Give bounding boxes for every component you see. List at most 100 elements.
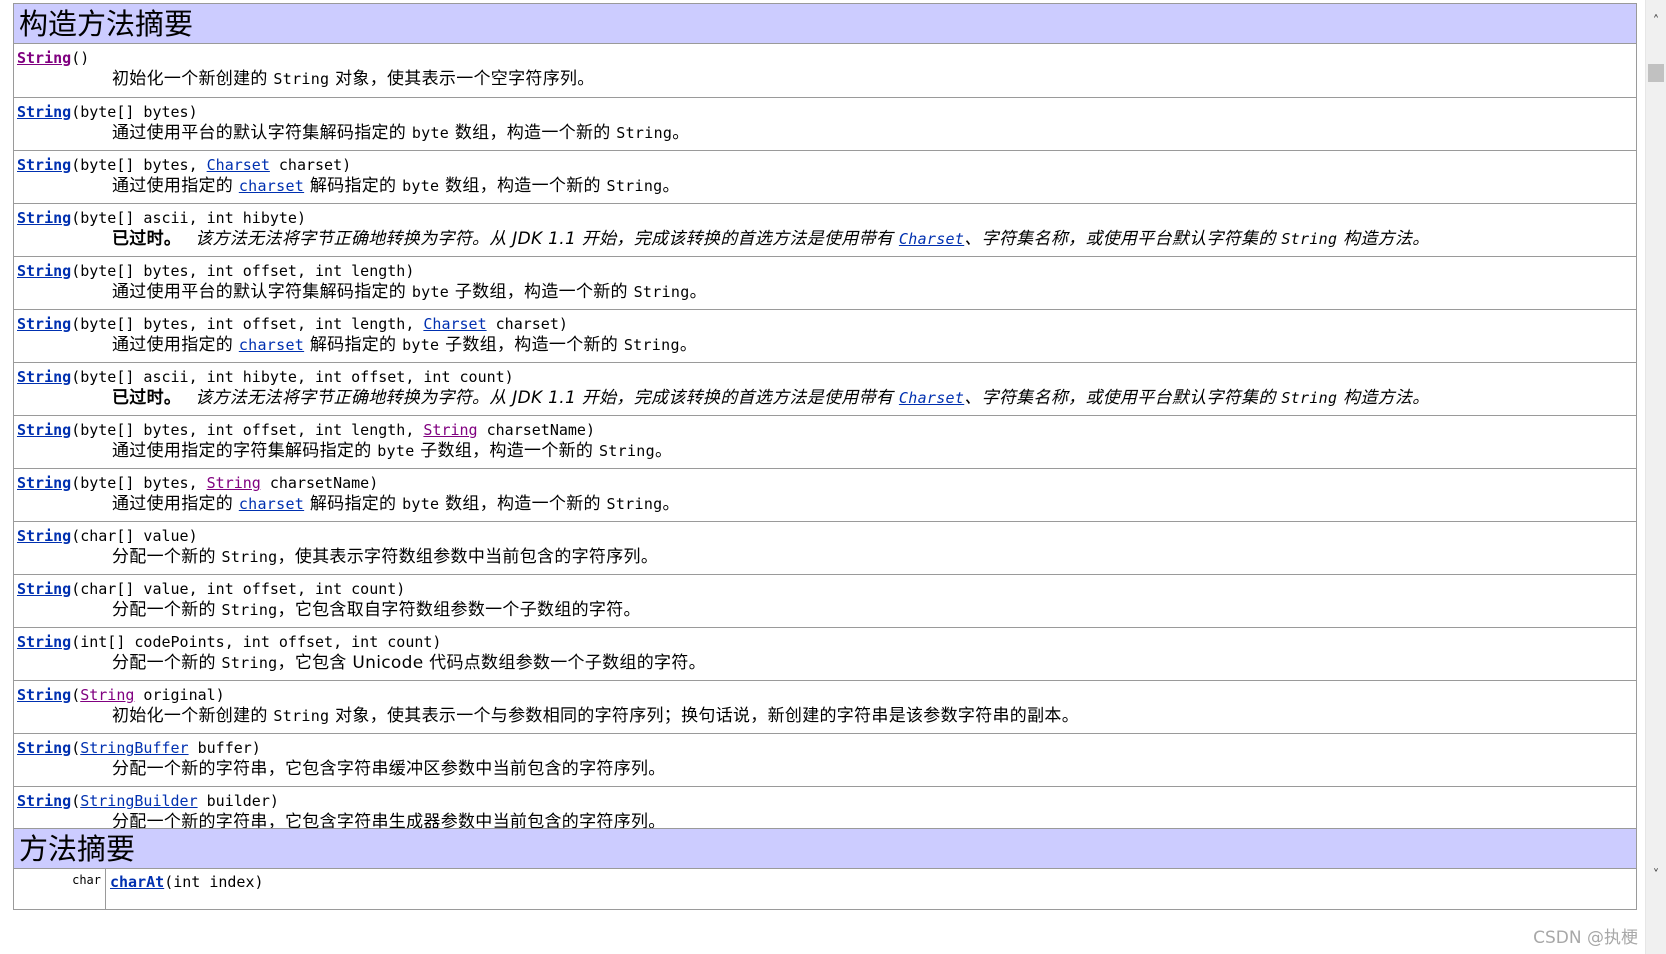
description-code: String	[606, 495, 663, 513]
description-code: String	[221, 601, 278, 619]
deprecated-label: 已过时。	[112, 388, 182, 408]
constructor-description: 分配一个新的 String，它包含 Unicode 代码点数组参数一个子数组的字…	[112, 652, 706, 674]
constructor-link[interactable]: String	[17, 580, 71, 598]
constructor-params: builder)	[197, 792, 279, 810]
constructor-link[interactable]: String	[17, 633, 71, 651]
description-text: 对象，使其表示一个空字符序列。	[329, 69, 595, 89]
constructor-description: 已过时。 该方法无法将字节正确地转换为字符。从 JDK 1.1 开始，完成该转换的…	[112, 228, 1430, 250]
javadoc-page: 构造方法摘要 String() 初始化一个新创建的 String 对象，使其表示一…	[0, 0, 1640, 954]
constructor-link[interactable]: String	[17, 421, 71, 439]
description-code: String	[1281, 230, 1338, 248]
param-type-link[interactable]: String	[423, 421, 477, 439]
constructor-params: original)	[134, 686, 225, 704]
description-text: 分配一个新的	[112, 653, 222, 673]
charset-link[interactable]: Charset	[899, 389, 964, 407]
constructor-link[interactable]: String	[17, 315, 71, 333]
constructor-description: 通过使用指定的 charset 解码指定的 byte 数组，构造一个新的 Str…	[112, 493, 680, 515]
description-code: byte	[402, 495, 440, 513]
constructor-row: String(byte[] bytes, int offset, int len…	[14, 415, 1636, 468]
constructor-params: (	[71, 739, 81, 757]
constructor-summary-title: 构造方法摘要	[14, 4, 1636, 44]
constructor-link[interactable]: String	[17, 527, 71, 545]
constructor-link[interactable]: String	[17, 49, 71, 67]
constructor-link[interactable]: String	[17, 686, 71, 704]
constructor-params: charsetName)	[260, 474, 379, 492]
description-text: 对象，使其表示一个与参数相同的字符序列；换句话说，新创建的字符串是该参数字符串的…	[329, 706, 1080, 726]
description-code: String	[598, 442, 655, 460]
param-type-link[interactable]: StringBuffer	[80, 739, 188, 757]
param-type-link[interactable]: Charset	[207, 156, 270, 174]
description-code: String	[273, 707, 330, 725]
param-type-link[interactable]: String	[207, 474, 261, 492]
description-text: 初始化一个新创建的	[112, 706, 274, 726]
description-text: 子数组，构造一个新的	[414, 441, 599, 461]
watermark: CSDN @执梗	[1533, 928, 1638, 948]
constructor-summary-table: 构造方法摘要 String() 初始化一个新创建的 String 对象，使其表示一…	[13, 3, 1637, 840]
constructor-description: 初始化一个新创建的 String 对象，使其表示一个空字符序列。	[112, 68, 595, 90]
deprecated-label: 已过时。	[112, 229, 182, 249]
description-text: 。	[654, 441, 673, 461]
constructor-link[interactable]: String	[17, 262, 71, 280]
charset-link[interactable]: charset	[239, 336, 304, 354]
charset-link[interactable]: charset	[239, 177, 304, 195]
constructor-params: (byte[] ascii, int hibyte)	[71, 209, 306, 227]
description-text: 解码指定的	[304, 335, 403, 355]
charset-link[interactable]: Charset	[899, 230, 964, 248]
description-code: byte	[411, 283, 450, 301]
description-text: 构造方法。	[1337, 229, 1430, 249]
description-code: String	[221, 548, 278, 566]
constructor-description: 已过时。 该方法无法将字节正确地转换为字符。从 JDK 1.1 开始，完成该转换的…	[112, 387, 1430, 409]
constructor-description: 通过使用平台的默认字符集解码指定的 byte 数组，构造一个新的 String。	[112, 122, 690, 144]
description-code: String	[273, 70, 330, 88]
description-text: 分配一个新的字符串，它包含字符串缓冲区参数中当前包含的字符序列。	[112, 759, 666, 779]
constructor-params: (byte[] ascii, int hibyte, int offset, i…	[71, 368, 514, 386]
method-link-charAt[interactable]: charAt	[110, 873, 164, 891]
constructor-link[interactable]: String	[17, 368, 71, 386]
vertical-scrollbar[interactable]: ˄ ˅	[1645, 0, 1666, 954]
description-code: byte	[377, 442, 415, 460]
constructor-row: String(int[] codePoints, int offset, int…	[14, 627, 1636, 680]
description-text: 数组，构造一个新的	[439, 176, 607, 196]
constructor-params: (char[] value)	[71, 527, 198, 545]
constructor-params: charset)	[269, 156, 352, 174]
constructor-signature: String(byte[] bytes, int offset, int len…	[17, 421, 595, 439]
chevron-up-icon[interactable]: ˄	[1646, 12, 1666, 32]
charset-link[interactable]: charset	[239, 495, 304, 513]
description-text: 通过使用指定的	[112, 176, 239, 196]
constructor-signature: String()	[17, 49, 89, 67]
constructor-link[interactable]: String	[17, 739, 71, 757]
constructor-link[interactable]: String	[17, 792, 71, 810]
description-text: 、字符集名称，或使用平台默认字符集的	[964, 388, 1282, 408]
description-text: 通过使用平台的默认字符集解码指定的	[112, 282, 412, 302]
description-text: 分配一个新的	[112, 547, 222, 567]
description-text: 构造方法。	[1337, 388, 1430, 408]
constructor-params: buffer)	[188, 739, 261, 757]
constructor-link[interactable]: String	[17, 474, 71, 492]
description-text: 、字符集名称，或使用平台默认字符集的	[964, 229, 1282, 249]
chevron-down-icon[interactable]: ˅	[1646, 866, 1666, 886]
description-text: 该方法无法将字节正确地转换为字符。从 JDK 1.1 开始，完成该转换的首选方法…	[195, 229, 899, 249]
param-type-link[interactable]: Charset	[423, 315, 486, 333]
description-text: 。	[689, 282, 707, 302]
description-text: 分配一个新的	[112, 600, 222, 620]
constructor-link[interactable]: String	[17, 103, 71, 121]
description-text: 通过使用指定的字符集解码指定的	[112, 441, 378, 461]
description-code: String	[633, 283, 690, 301]
constructor-signature: String(String original)	[17, 686, 225, 704]
param-type-link[interactable]: String	[80, 686, 134, 704]
description-text: 通过使用平台的默认字符集解码指定的	[112, 123, 412, 143]
constructor-row: String(byte[] bytes, int offset, int len…	[14, 309, 1636, 362]
scroll-thumb[interactable]	[1648, 64, 1664, 82]
constructor-link[interactable]: String	[17, 156, 71, 174]
constructor-signature: String(byte[] bytes, int offset, int len…	[17, 262, 414, 280]
constructor-signature: String(byte[] ascii, int hibyte, int off…	[17, 368, 514, 386]
constructor-description: 通过使用平台的默认字符集解码指定的 byte 子数组，构造一个新的 String…	[112, 281, 707, 303]
description-text: ，它包含 Unicode 代码点数组参数一个子数组的字符。	[277, 653, 706, 673]
description-text: 解码指定的	[304, 494, 403, 514]
param-type-link[interactable]: StringBuilder	[80, 792, 197, 810]
constructor-link[interactable]: String	[17, 209, 71, 227]
constructor-signature: String(byte[] ascii, int hibyte)	[17, 209, 306, 227]
constructor-rows: String() 初始化一个新创建的 String 对象，使其表示一个空字符序列。…	[14, 44, 1636, 839]
constructor-signature: String(StringBuilder builder)	[17, 792, 279, 810]
constructor-signature: String(byte[] bytes, int offset, int len…	[17, 315, 568, 333]
